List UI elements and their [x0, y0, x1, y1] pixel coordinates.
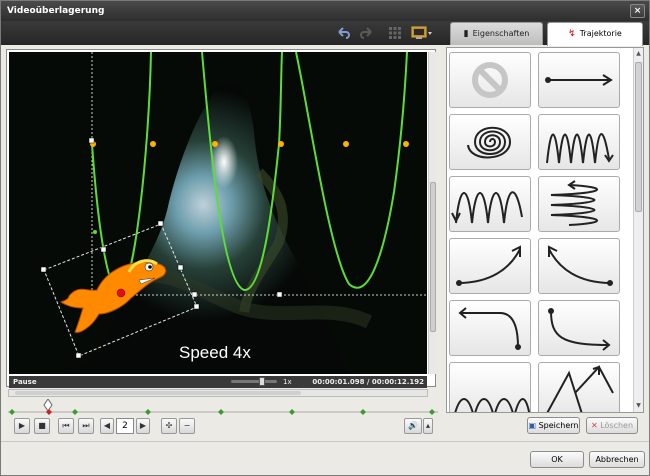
curve-up-left-icon [548, 245, 613, 286]
tab-trajektorie-label: Trajektorie [579, 29, 622, 38]
timeline[interactable] [8, 398, 438, 417]
overlay-text: Speed 4x [179, 343, 251, 362]
stop-button[interactable]: ■ [34, 418, 50, 434]
trajectory-sine-vertical[interactable] [538, 114, 620, 170]
keyframe-marker [72, 409, 78, 415]
timeline-scrollbar[interactable] [8, 389, 428, 397]
trajectory-loop-partial[interactable] [538, 362, 620, 412]
trajectory-icon: ↯ [568, 29, 576, 39]
play-button[interactable]: ▶ [14, 418, 30, 434]
video-canvas: Speed 4x [9, 52, 427, 374]
spiral-icon [467, 126, 512, 159]
trajectory-scroll-thumb[interactable] [635, 62, 642, 212]
add-keyframe-icon[interactable]: ✣ [161, 418, 177, 434]
tab-eigenschaften[interactable]: ▮ Eigenschaften [450, 22, 543, 45]
trajectory-spiral[interactable] [449, 114, 531, 170]
curve-up-right-icon [456, 245, 521, 286]
timecode: 00:00:01.098 / 00:00:12.192 [312, 378, 424, 386]
forward-button[interactable]: ⏭ [78, 418, 94, 434]
timeline-scroll-thumb[interactable] [15, 391, 301, 395]
sine-wave-vertical-icon [546, 133, 614, 164]
save-icon: ▣ [528, 421, 537, 430]
trajectory-grid [447, 48, 633, 412]
redo-icon[interactable] [359, 25, 375, 41]
video-preview[interactable]: Speed 4x [9, 52, 427, 374]
playback-controls: ▶ ■ ⏮ ⏭ ◀ 2 ▶ ✣ − 🔊 ▴ [8, 418, 438, 435]
volume-dropdown-icon[interactable]: ▴ [423, 418, 433, 434]
properties-icon: ▮ [463, 29, 469, 39]
wave-partial-icon [454, 398, 531, 412]
undo-icon[interactable] [335, 25, 351, 41]
window-title: Videoüberlagerung [7, 6, 105, 16]
remove-keyframe-button[interactable]: − [179, 418, 195, 434]
trajectory-sine-down[interactable] [449, 176, 531, 232]
ok-button[interactable]: OK [530, 451, 584, 468]
curve-left-down-icon [458, 307, 521, 350]
cancel-button[interactable]: Abbrechen [589, 451, 645, 468]
video-panel: Speed 4x Pause 1x 00:00:01.098 / 00:00:1… [6, 49, 436, 388]
speed-readout: 1x [283, 378, 292, 386]
sine-wave-down-icon [451, 191, 523, 224]
tab-eigenschaften-label: Eigenschaften [472, 29, 530, 38]
curve-down-right-icon [548, 308, 611, 351]
delete-label: Löschen [600, 421, 634, 430]
volume-icon[interactable]: 🔊 [404, 418, 422, 434]
speed-increase-button[interactable]: ▶ [136, 418, 150, 434]
status-bar: Pause 1x 00:00:01.098 / 00:00:12.192 [9, 376, 427, 388]
trajectory-curve-up-left[interactable] [538, 238, 620, 294]
volume-slider-thumb[interactable] [259, 377, 265, 386]
trajectory-straight[interactable] [538, 52, 620, 108]
tab-trajektorie[interactable]: ↯ Trajektorie [547, 22, 643, 46]
scroll-up-icon[interactable]: ▲ [635, 50, 642, 58]
trajectory-scrollbar[interactable]: ▲ ▼ [633, 48, 643, 412]
trajectory-none[interactable] [449, 52, 531, 108]
speed-decrease-button[interactable]: ◀ [100, 418, 114, 434]
delete-button[interactable]: ✕ Löschen [586, 417, 638, 434]
speed-field[interactable]: 2 [116, 418, 134, 434]
keyframe-marker [429, 409, 435, 415]
keyframe-marker [145, 409, 151, 415]
zigzag-horizontal-icon [550, 180, 599, 226]
video-overlay-window: Videoüberlagerung × ▮ Eigenschaften ↯ Traj… [0, 0, 650, 476]
scrollbar-thumb[interactable] [430, 182, 436, 332]
keyframe-marker [360, 409, 366, 415]
delete-icon: ✕ [590, 421, 598, 430]
trajectory-curve-down-right[interactable] [538, 300, 620, 356]
trajectory-curve-up-right[interactable] [449, 238, 531, 294]
save-label: Speichern [538, 421, 579, 430]
volume-slider-track[interactable] [231, 377, 277, 386]
title-bar: Videoüberlagerung × [1, 1, 649, 21]
rewind-button[interactable]: ⏮ [58, 418, 74, 434]
monitor-icon[interactable] [411, 25, 433, 41]
save-button[interactable]: ▣ Speichern [527, 417, 580, 434]
timeline-playhead [43, 398, 53, 412]
loop-partial-icon [546, 365, 614, 412]
trajectory-curve-left-down[interactable] [449, 300, 531, 356]
scroll-down-icon[interactable]: ▼ [635, 402, 642, 410]
keyframe-marker [289, 409, 295, 415]
trajectory-wave-partial[interactable] [449, 362, 531, 412]
footer-separator [1, 441, 649, 442]
playback-state: Pause [13, 378, 37, 386]
keyframe-marker [218, 409, 224, 415]
close-button[interactable]: × [630, 4, 645, 18]
no-trajectory-icon [472, 62, 508, 98]
trajectory-panel: ▲ ▼ [446, 47, 644, 413]
grid-icon[interactable] [387, 25, 403, 41]
straight-line-icon [545, 74, 613, 86]
trajectory-zigzag[interactable] [538, 176, 620, 232]
video-vertical-scrollbar[interactable] [428, 52, 436, 374]
keyframe-marker [9, 409, 15, 415]
